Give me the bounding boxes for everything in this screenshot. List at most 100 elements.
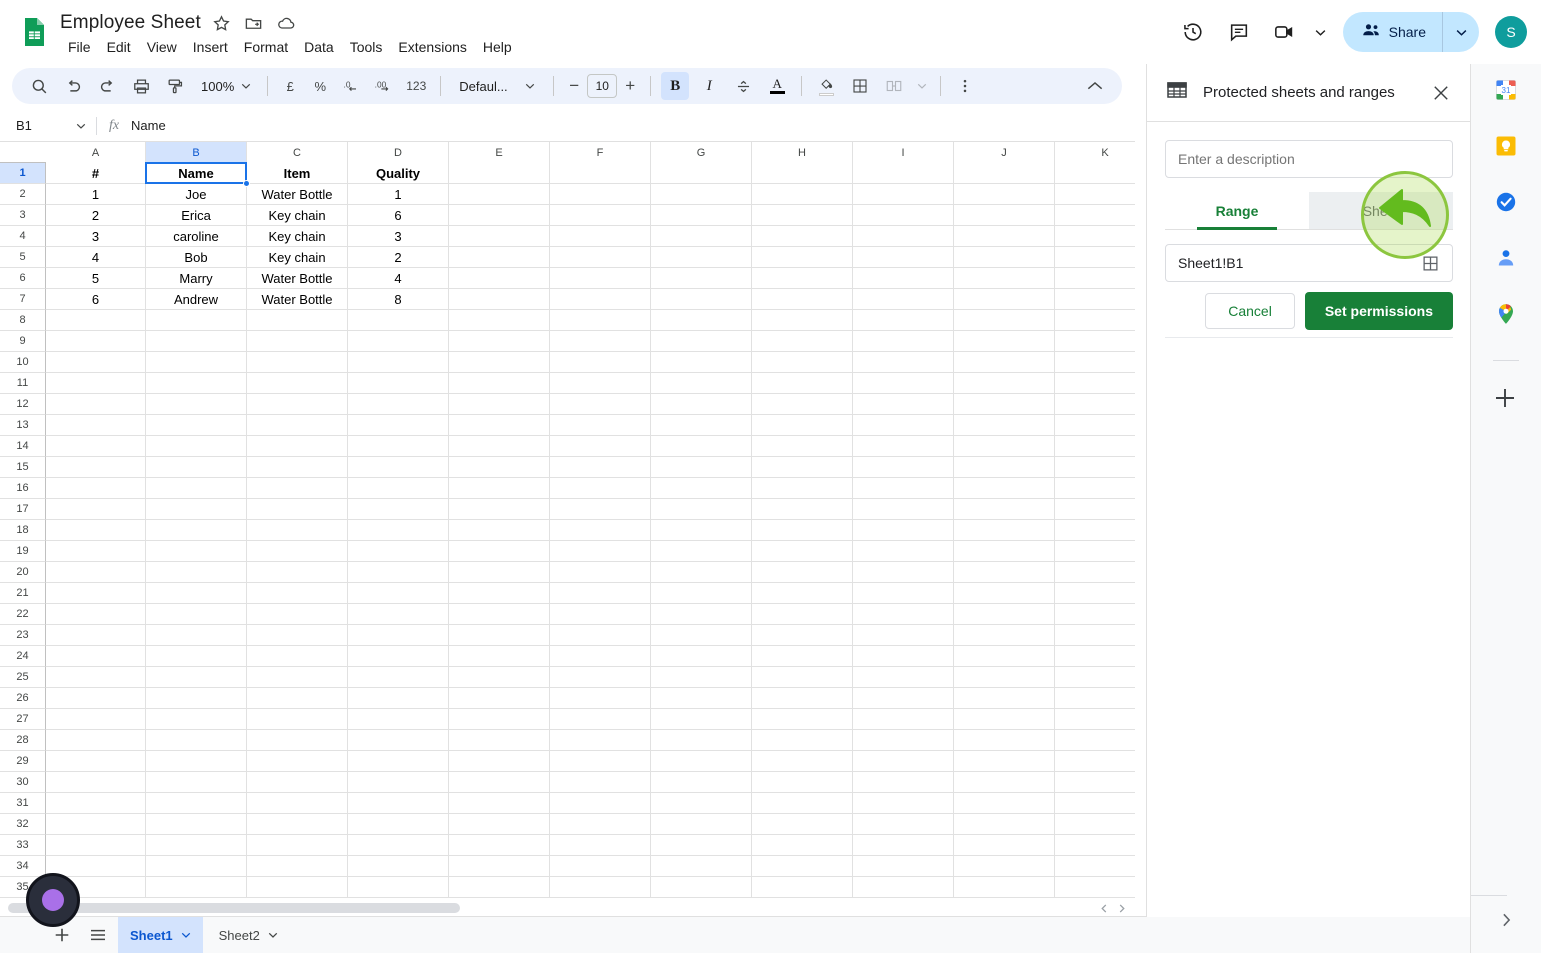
cell-E2[interactable] xyxy=(449,184,550,205)
cell-J10[interactable] xyxy=(954,352,1055,373)
cell-H13[interactable] xyxy=(752,415,853,436)
cell-I22[interactable] xyxy=(853,604,954,625)
decrease-decimal-button[interactable]: .0 xyxy=(338,72,364,100)
cell-G1[interactable] xyxy=(651,163,752,184)
cell-D16[interactable] xyxy=(348,478,449,499)
currency-format-button[interactable]: £ xyxy=(278,72,302,100)
cell-A18[interactable] xyxy=(46,520,146,541)
cell-F30[interactable] xyxy=(550,772,651,793)
cell-F31[interactable] xyxy=(550,793,651,814)
menu-edit[interactable]: Edit xyxy=(99,36,139,58)
cell-H9[interactable] xyxy=(752,331,853,352)
column-header-k[interactable]: K xyxy=(1055,142,1135,163)
cell-C24[interactable] xyxy=(247,646,348,667)
cell-H27[interactable] xyxy=(752,709,853,730)
cell-D20[interactable] xyxy=(348,562,449,583)
cell-G29[interactable] xyxy=(651,751,752,772)
cell-G28[interactable] xyxy=(651,730,752,751)
cell-D13[interactable] xyxy=(348,415,449,436)
cell-B25[interactable] xyxy=(146,667,247,688)
cell-C34[interactable] xyxy=(247,856,348,877)
font-family-select[interactable]: Defaul... xyxy=(451,72,543,100)
cell-C27[interactable] xyxy=(247,709,348,730)
cell-J26[interactable] xyxy=(954,688,1055,709)
row-header-7[interactable]: 7 xyxy=(0,289,46,310)
cell-K16[interactable] xyxy=(1055,478,1135,499)
cell-F9[interactable] xyxy=(550,331,651,352)
fill-color-icon[interactable] xyxy=(812,72,840,100)
cell-E1[interactable] xyxy=(449,163,550,184)
cell-I13[interactable] xyxy=(853,415,954,436)
cell-B22[interactable] xyxy=(146,604,247,625)
cell-B11[interactable] xyxy=(146,373,247,394)
cell-F3[interactable] xyxy=(550,205,651,226)
cell-A29[interactable] xyxy=(46,751,146,772)
cell-C7[interactable]: Water Bottle xyxy=(247,289,348,310)
cell-F35[interactable] xyxy=(550,877,651,898)
cell-H8[interactable] xyxy=(752,310,853,331)
merge-caret-icon[interactable] xyxy=(914,72,930,100)
cell-F4[interactable] xyxy=(550,226,651,247)
cell-G24[interactable] xyxy=(651,646,752,667)
cell-H17[interactable] xyxy=(752,499,853,520)
cell-A8[interactable] xyxy=(46,310,146,331)
redo-icon[interactable] xyxy=(93,72,121,100)
cell-G31[interactable] xyxy=(651,793,752,814)
cell-F2[interactable] xyxy=(550,184,651,205)
cell-F6[interactable] xyxy=(550,268,651,289)
cell-F7[interactable] xyxy=(550,289,651,310)
cell-A24[interactable] xyxy=(46,646,146,667)
page-title[interactable]: Employee Sheet xyxy=(60,12,201,34)
cell-J24[interactable] xyxy=(954,646,1055,667)
cell-I28[interactable] xyxy=(853,730,954,751)
cell-A23[interactable] xyxy=(46,625,146,646)
cell-A6[interactable]: 5 xyxy=(46,268,146,289)
cell-E19[interactable] xyxy=(449,541,550,562)
cell-K24[interactable] xyxy=(1055,646,1135,667)
cell-J13[interactable] xyxy=(954,415,1055,436)
row-header-23[interactable]: 23 xyxy=(0,625,46,646)
cell-J19[interactable] xyxy=(954,541,1055,562)
cell-F20[interactable] xyxy=(550,562,651,583)
cell-K28[interactable] xyxy=(1055,730,1135,751)
cell-G12[interactable] xyxy=(651,394,752,415)
row-header-18[interactable]: 18 xyxy=(0,520,46,541)
search-icon[interactable] xyxy=(25,72,53,100)
cell-G11[interactable] xyxy=(651,373,752,394)
cell-B13[interactable] xyxy=(146,415,247,436)
cell-G20[interactable] xyxy=(651,562,752,583)
cell-B23[interactable] xyxy=(146,625,247,646)
cell-F14[interactable] xyxy=(550,436,651,457)
cell-I1[interactable] xyxy=(853,163,954,184)
cell-H35[interactable] xyxy=(752,877,853,898)
cell-A19[interactable] xyxy=(46,541,146,562)
cell-E28[interactable] xyxy=(449,730,550,751)
cell-A9[interactable] xyxy=(46,331,146,352)
cell-D31[interactable] xyxy=(348,793,449,814)
cell-J1[interactable] xyxy=(954,163,1055,184)
cell-F12[interactable] xyxy=(550,394,651,415)
cell-F25[interactable] xyxy=(550,667,651,688)
cell-I31[interactable] xyxy=(853,793,954,814)
cell-F19[interactable] xyxy=(550,541,651,562)
menu-extensions[interactable]: Extensions xyxy=(390,36,474,58)
cell-H15[interactable] xyxy=(752,457,853,478)
cell-A13[interactable] xyxy=(46,415,146,436)
cell-E16[interactable] xyxy=(449,478,550,499)
cell-G26[interactable] xyxy=(651,688,752,709)
row-header-6[interactable]: 6 xyxy=(0,268,46,289)
cell-G3[interactable] xyxy=(651,205,752,226)
cell-J12[interactable] xyxy=(954,394,1055,415)
cell-A33[interactable] xyxy=(46,835,146,856)
cell-J22[interactable] xyxy=(954,604,1055,625)
menu-view[interactable]: View xyxy=(139,36,185,58)
cell-I11[interactable] xyxy=(853,373,954,394)
cell-B10[interactable] xyxy=(146,352,247,373)
cell-C20[interactable] xyxy=(247,562,348,583)
cell-F5[interactable] xyxy=(550,247,651,268)
cell-D29[interactable] xyxy=(348,751,449,772)
cell-B21[interactable] xyxy=(146,583,247,604)
cell-J28[interactable] xyxy=(954,730,1055,751)
cell-A2[interactable]: 1 xyxy=(46,184,146,205)
cell-A34[interactable] xyxy=(46,856,146,877)
